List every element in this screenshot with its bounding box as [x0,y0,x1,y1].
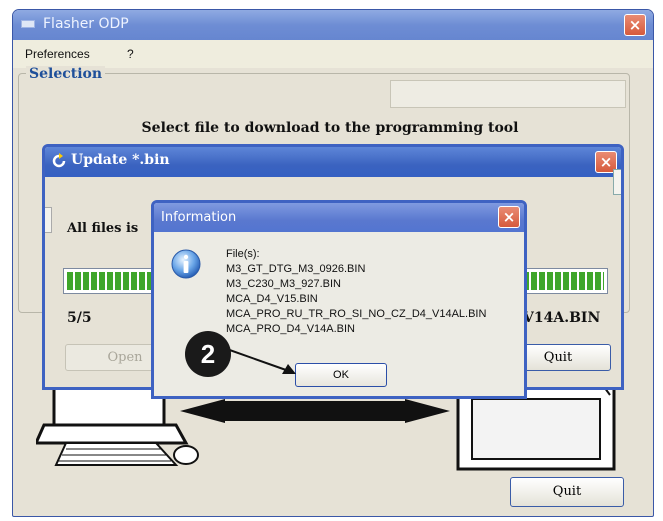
info-close-button[interactable]: × [498,206,520,228]
callout-number: 2 [185,331,231,377]
current-file: V14A.BIN [523,310,601,326]
transfer-arrow [180,399,450,423]
close-icon: × [628,16,642,34]
selection-label: Selection [26,66,106,82]
menu-bar: Preferences ? [13,40,653,68]
ok-button[interactable]: OK [295,363,387,387]
refresh-icon [52,153,66,168]
file-item: MCA_D4_V15.BIN [226,293,318,305]
update-message: All files is [67,221,139,236]
main-window-title: Flasher ODP [43,16,129,32]
main-close-button[interactable]: × [624,14,646,36]
field-edge [45,207,52,233]
info-dialog-title: Information [161,210,237,225]
window-icon [21,20,35,28]
menu-help[interactable]: ? [127,47,134,61]
file-path-field[interactable] [390,80,626,108]
menu-preferences[interactable]: Preferences [25,47,90,61]
close-icon: × [599,153,613,171]
callout-arrow [223,347,296,374]
field-edge [613,169,621,195]
selection-instruction: Select file to download to the programmi… [141,120,519,136]
close-icon: × [502,208,516,226]
main-title-bar[interactable]: Flasher ODP × [13,10,653,40]
file-item: MCA_PRO_D4_V14A.BIN [226,323,355,335]
update-dialog-title: Update *.bin [71,152,170,168]
file-item: M3_C230_M3_927.BIN [226,278,341,290]
info-title-bar[interactable]: Information × [154,203,524,232]
main-quit-button[interactable]: Quit [510,477,624,507]
update-title-bar[interactable]: Update *.bin × [45,147,621,177]
files-heading: File(s): [226,248,260,260]
file-item: M3_GT_DTG_M3_0926.BIN [226,263,366,275]
progress-count: 5/5 [67,310,92,326]
file-item: MCA_PRO_RU_TR_RO_SI_NO_CZ_D4_V14AL.BIN [226,308,487,320]
info-message: File(s): M3_GT_DTG_M3_0926.BIN M3_C230_M… [226,247,486,337]
info-icon [171,249,201,279]
